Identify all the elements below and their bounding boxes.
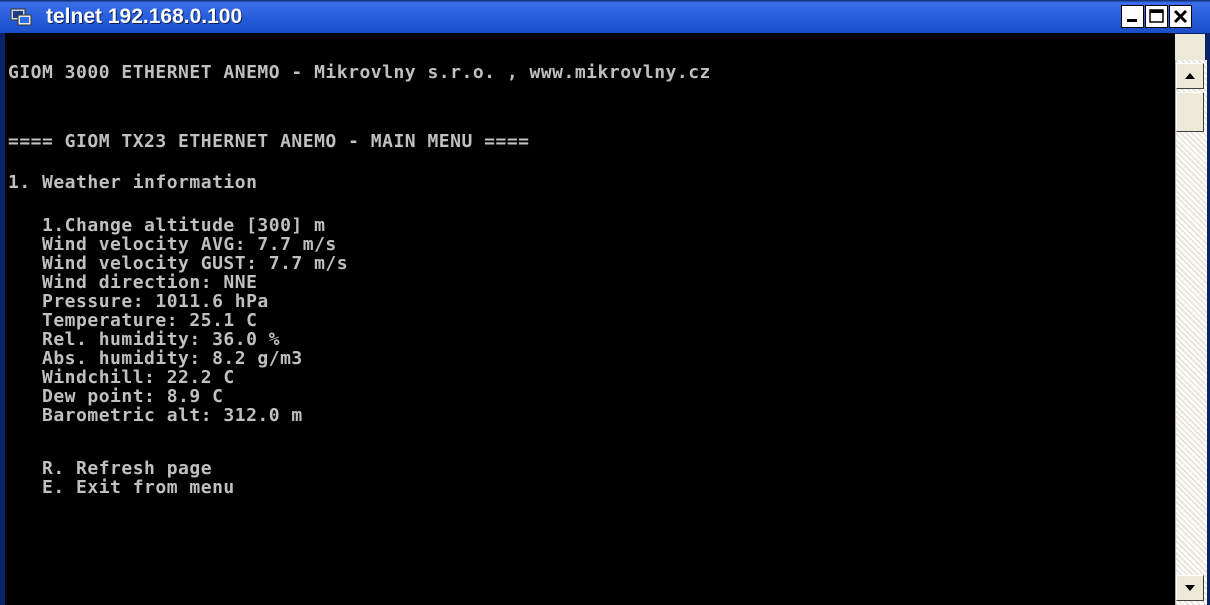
telnet-window: telnet 192.168.0.100 GIOM 3000 ETHERNET … bbox=[0, 0, 1210, 605]
term-line-menu-title: ==== GIOM TX23 ETHERNET ANEMO - MAIN MEN… bbox=[8, 131, 530, 152]
vertical-scrollbar[interactable] bbox=[1175, 60, 1207, 605]
scrollbar-thumb[interactable] bbox=[1176, 92, 1204, 132]
term-line-wind-avg: Wind velocity AVG: 7.7 m/s bbox=[8, 234, 337, 255]
term-line-pressure: Pressure: 1011.6 hPa bbox=[8, 291, 269, 312]
minimize-button[interactable] bbox=[1121, 5, 1144, 28]
title-bar[interactable]: telnet 192.168.0.100 bbox=[0, 0, 1210, 34]
term-line-abs-humidity: Abs. humidity: 8.2 g/m3 bbox=[8, 348, 303, 369]
term-line-wind-direction: Wind direction: NNE bbox=[8, 272, 258, 293]
term-line-dew-point: Dew point: 8.9 C bbox=[8, 386, 224, 407]
term-line-menu-item: 1. Weather information bbox=[8, 172, 258, 193]
term-line-windchill: Windchill: 22.2 C bbox=[8, 367, 235, 388]
maximize-icon bbox=[1149, 9, 1164, 23]
close-button[interactable] bbox=[1169, 5, 1192, 28]
window-title: telnet 192.168.0.100 bbox=[46, 5, 243, 28]
minimize-icon bbox=[1127, 19, 1137, 22]
term-line-rel-humidity: Rel. humidity: 36.0 % bbox=[8, 329, 281, 350]
term-line-exit: E. Exit from menu bbox=[8, 477, 235, 498]
term-line-barometric-alt: Barometric alt: 312.0 m bbox=[8, 405, 303, 426]
console-top bbox=[5, 33, 1175, 61]
term-line-header: GIOM 3000 ETHERNET ANEMO - Mikrovlny s.r… bbox=[8, 62, 711, 83]
term-line-refresh: R. Refresh page bbox=[8, 458, 213, 479]
arrow-down-icon bbox=[1185, 585, 1195, 591]
terminal-icon bbox=[10, 7, 32, 27]
term-line-wind-gust: Wind velocity GUST: 7.7 m/s bbox=[8, 253, 349, 274]
arrow-up-icon bbox=[1185, 73, 1195, 79]
term-line-temperature: Temperature: 25.1 C bbox=[8, 310, 258, 331]
term-line-change-altitude: 1.Change altitude [300] m bbox=[8, 215, 326, 236]
maximize-button[interactable] bbox=[1145, 5, 1168, 28]
close-icon bbox=[1173, 9, 1188, 24]
scroll-down-button[interactable] bbox=[1176, 575, 1204, 601]
scroll-up-button[interactable] bbox=[1176, 63, 1204, 89]
